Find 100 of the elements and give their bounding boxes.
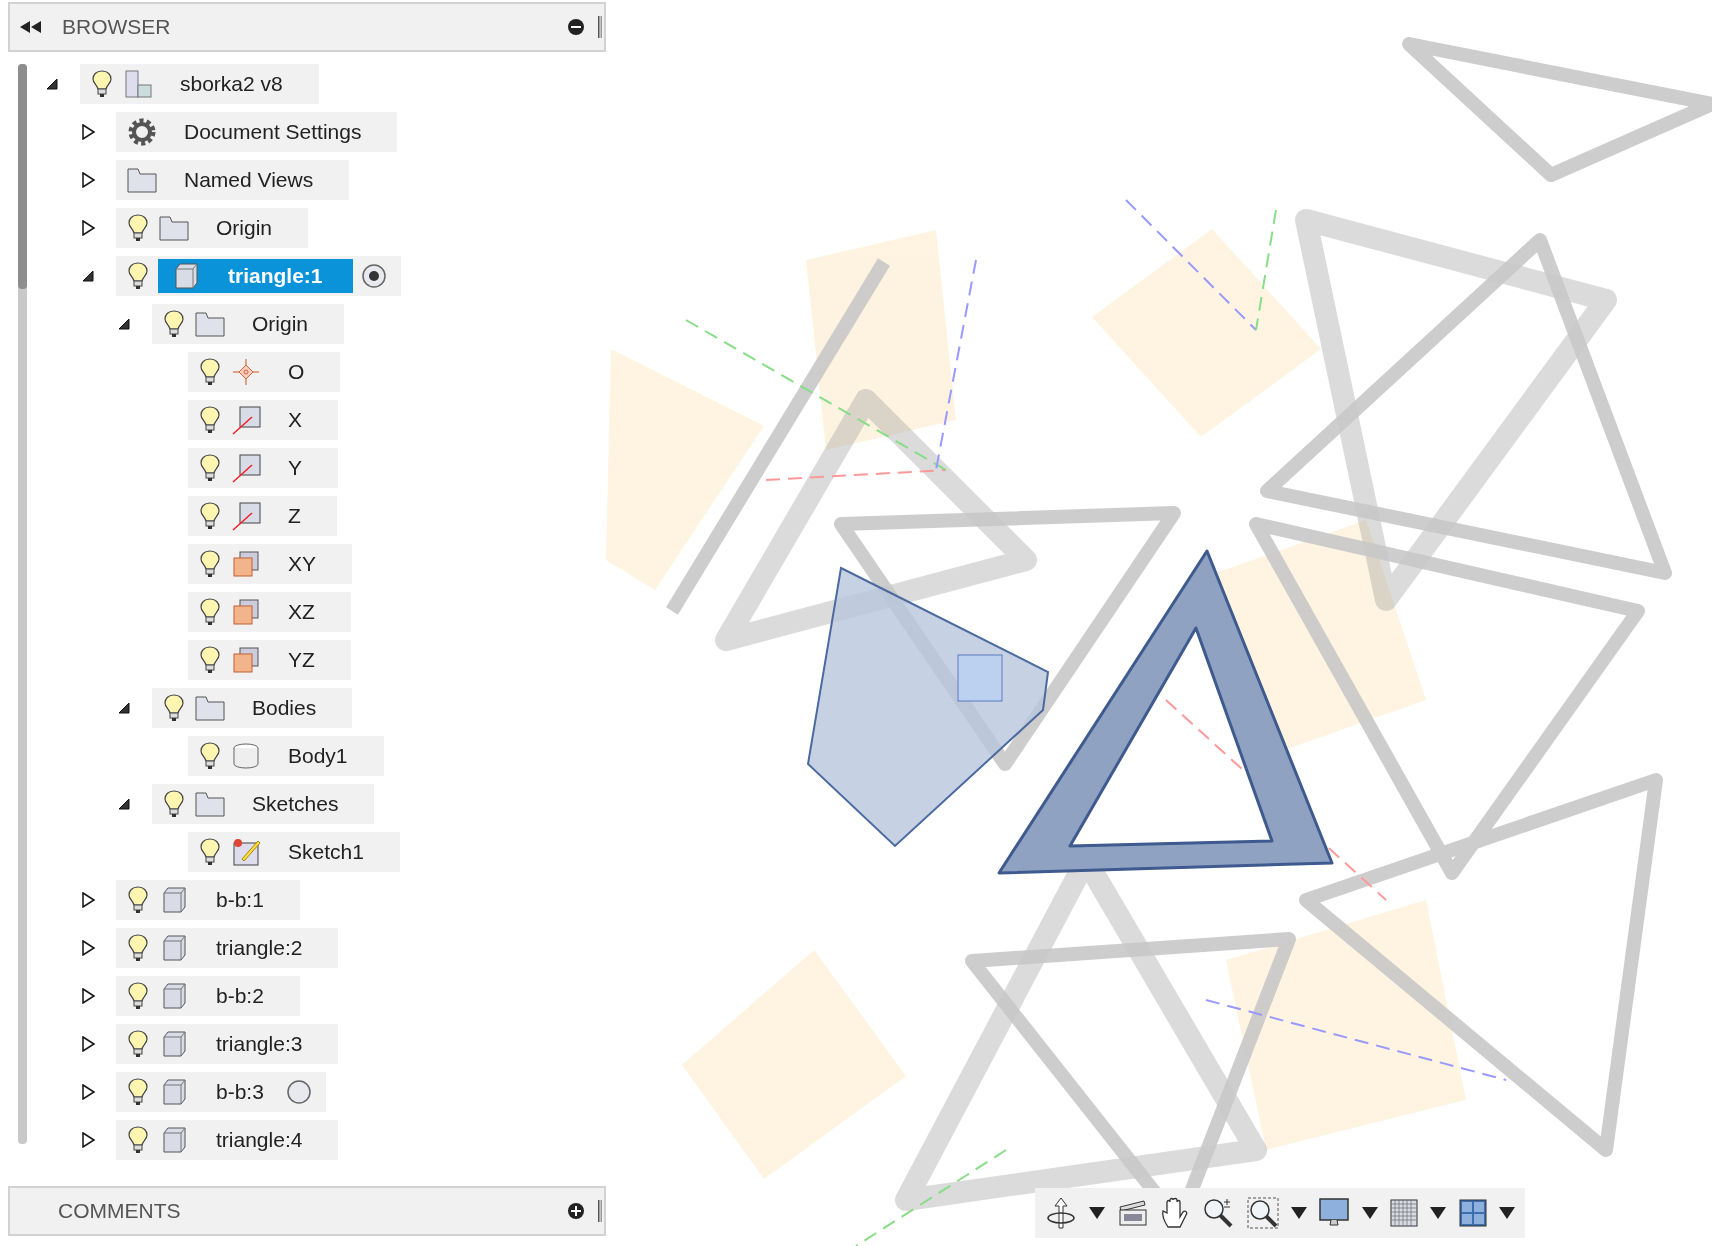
tree-item-label: Z <box>288 504 301 528</box>
tree-item-label: b-b:2 <box>216 984 264 1008</box>
camera-slate-icon[interactable] <box>1117 1199 1148 1227</box>
scrollbar[interactable] <box>18 64 27 1144</box>
tree-item[interactable]: Sketch1 <box>188 832 400 872</box>
tree-item-label: O <box>288 360 305 384</box>
expand-triangle-icon[interactable] <box>80 892 96 908</box>
tree-item-label: Origin <box>252 312 309 336</box>
light-bulb-icon[interactable] <box>200 646 220 674</box>
tree-item[interactable]: X <box>188 400 338 440</box>
caret-icon[interactable] <box>1290 1207 1307 1219</box>
light-bulb-icon[interactable] <box>200 454 220 482</box>
grid-icon[interactable] <box>1389 1199 1418 1227</box>
expand-triangle-icon[interactable] <box>80 940 96 956</box>
tree-item-label: Sketch1 <box>288 840 364 864</box>
folder-icon <box>194 789 226 819</box>
tree-item[interactable]: Document Settings <box>116 112 398 152</box>
tree-item-label: triangle:4 <box>216 1128 303 1152</box>
tree-item-label: Sketches <box>252 792 339 816</box>
add-icon[interactable] <box>568 1203 584 1219</box>
light-bulb-icon[interactable] <box>128 982 148 1010</box>
settings-icon <box>126 117 158 147</box>
tree-item-label: triangle:3 <box>216 1032 303 1056</box>
sketch-icon <box>230 837 262 867</box>
tree-item[interactable]: triangle:2 <box>116 928 339 968</box>
light-bulb-icon[interactable] <box>128 934 148 962</box>
folder-icon <box>126 165 158 195</box>
tree-item[interactable]: triangle:3 <box>116 1024 339 1064</box>
tree-item-label: Bodies <box>252 696 317 720</box>
collapse-triangle-icon[interactable] <box>116 796 132 812</box>
expand-triangle-icon[interactable] <box>80 124 96 140</box>
light-bulb-icon[interactable] <box>128 214 148 242</box>
caret-icon[interactable] <box>1498 1207 1515 1219</box>
tree-item-label: Origin <box>216 216 273 240</box>
light-bulb-icon[interactable] <box>164 790 184 818</box>
tree-item[interactable]: XZ <box>188 592 351 632</box>
collapse-triangle-icon[interactable] <box>44 76 60 92</box>
expand-triangle-icon[interactable] <box>80 988 96 1004</box>
light-bulb-icon[interactable] <box>92 70 112 98</box>
tree-item[interactable]: Named Views <box>116 160 350 200</box>
tree-item[interactable]: O <box>188 352 341 392</box>
light-bulb-icon[interactable] <box>200 742 220 770</box>
light-bulb-icon[interactable] <box>200 598 220 626</box>
tree-item[interactable]: Bodies <box>152 688 353 728</box>
zoom-window-icon[interactable] <box>1246 1197 1279 1229</box>
light-bulb-icon[interactable] <box>200 838 220 866</box>
tree-item[interactable]: YZ <box>188 640 351 680</box>
light-bulb-icon[interactable] <box>164 310 184 338</box>
expand-triangle-icon[interactable] <box>80 1036 96 1052</box>
tree-item[interactable]: Origin <box>152 304 345 344</box>
tree-item-label: triangle:2 <box>216 936 303 960</box>
light-bulb-icon[interactable] <box>128 1078 148 1106</box>
tree-item[interactable]: XY <box>188 544 352 584</box>
tree-item-label: b-b:3 <box>216 1080 264 1104</box>
tree-item-label: b-b:1 <box>216 888 264 912</box>
light-bulb-icon[interactable] <box>200 502 220 530</box>
light-bulb-icon[interactable] <box>200 406 220 434</box>
tree-item[interactable]: Body1 <box>188 736 384 776</box>
assembly-icon <box>122 69 154 99</box>
resize-grip-icon[interactable] <box>598 16 602 38</box>
viewports-icon[interactable] <box>1458 1199 1487 1227</box>
minimize-icon[interactable] <box>568 19 584 35</box>
tree-item-label: triangle:1 <box>228 264 323 288</box>
tree-item[interactable]: Y <box>188 448 338 488</box>
pan-hand-icon[interactable] <box>1160 1197 1190 1229</box>
collapse-triangle-icon[interactable] <box>80 268 96 284</box>
light-bulb-icon[interactable] <box>200 550 220 578</box>
tree-item[interactable]: b-b:1 <box>116 880 300 920</box>
expand-triangle-icon[interactable] <box>80 1132 96 1148</box>
orbit-icon[interactable] <box>1045 1196 1077 1230</box>
tree-item[interactable]: Sketches <box>152 784 375 824</box>
light-bulb-icon[interactable] <box>128 886 148 914</box>
light-bulb-icon[interactable] <box>128 262 148 290</box>
expand-triangle-icon[interactable] <box>80 220 96 236</box>
light-bulb-icon[interactable] <box>128 1126 148 1154</box>
tree-item[interactable]: Z <box>188 496 337 536</box>
expand-triangle-icon[interactable] <box>80 172 96 188</box>
collapse-triangle-icon[interactable] <box>116 700 132 716</box>
radio-icon[interactable] <box>285 1079 312 1105</box>
light-bulb-icon[interactable] <box>164 694 184 722</box>
resize-grip-icon[interactable] <box>598 1200 602 1222</box>
display-icon[interactable] <box>1319 1198 1350 1228</box>
collapse-icon[interactable] <box>20 21 42 33</box>
tree-item[interactable]: b-b:2 <box>116 976 300 1016</box>
origin-point-icon <box>230 357 262 387</box>
tree-item[interactable]: triangle:4 <box>116 1120 339 1160</box>
caret-icon[interactable] <box>1430 1207 1447 1219</box>
light-bulb-icon[interactable] <box>200 358 220 386</box>
zoom-icon[interactable] <box>1202 1197 1235 1229</box>
plane-icon <box>230 645 262 675</box>
caret-icon[interactable] <box>1361 1207 1378 1219</box>
expand-triangle-icon[interactable] <box>80 1084 96 1100</box>
tree-item[interactable]: sborka2 v8 <box>80 64 319 104</box>
tree-item[interactable]: b-b:3 <box>116 1072 326 1112</box>
tree-item[interactable]: Origin <box>116 208 309 248</box>
light-bulb-icon[interactable] <box>128 1030 148 1058</box>
active-radio-icon[interactable] <box>360 263 387 289</box>
caret-icon[interactable] <box>1089 1207 1106 1219</box>
tree-item-label: YZ <box>288 648 315 672</box>
collapse-triangle-icon[interactable] <box>116 316 132 332</box>
